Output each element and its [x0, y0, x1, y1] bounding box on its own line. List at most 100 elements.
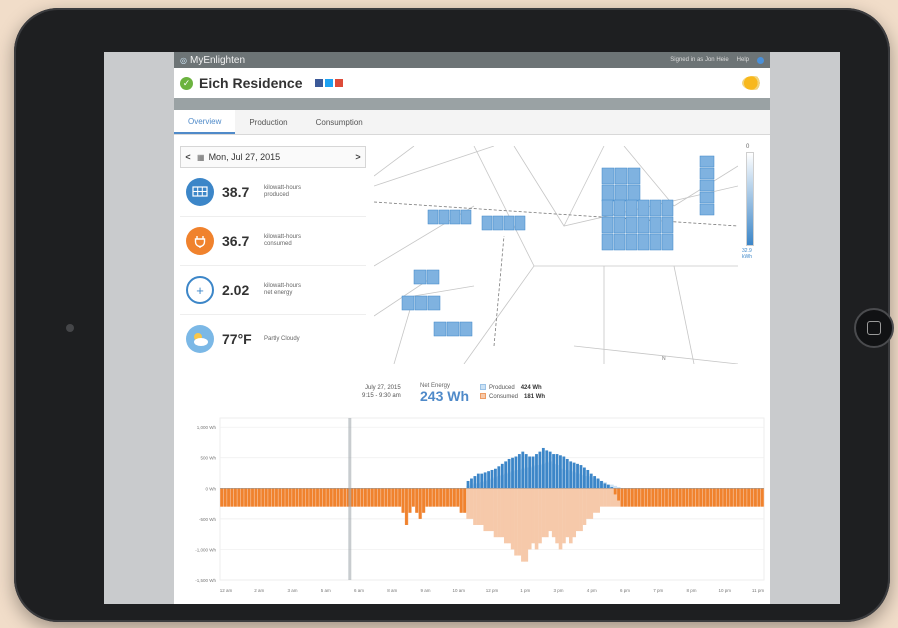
net-bar	[647, 488, 651, 507]
consumed-bar	[469, 488, 474, 519]
home-square-icon	[867, 321, 881, 335]
solar-panel-tile	[460, 209, 472, 225]
net-bar	[521, 451, 525, 489]
net-bar	[671, 488, 675, 507]
next-day-button[interactable]: >	[351, 152, 365, 162]
net-bar	[384, 488, 388, 507]
calendar-icon[interactable]: ▦	[197, 153, 205, 162]
net-bar	[661, 488, 665, 507]
net-bar	[630, 488, 634, 507]
solar-panel-tile	[514, 215, 526, 231]
solar-panel-tile	[459, 321, 473, 337]
solar-panel-tile	[601, 216, 614, 234]
solar-panel-tile	[614, 167, 628, 185]
net-bar	[292, 488, 295, 507]
consumed-bar	[603, 488, 607, 507]
net-bar	[473, 476, 477, 489]
solar-panel-tile	[637, 216, 650, 234]
help-icon[interactable]	[757, 56, 764, 64]
net-bar	[220, 488, 224, 507]
consumed-bar	[548, 488, 553, 532]
produced-label: kilowatt-hours produced	[264, 185, 301, 199]
consumed-bar	[534, 488, 539, 550]
interval-date-block: July 27, 2015 9:15 - 9:30 am	[362, 384, 401, 400]
facebook-icon[interactable]	[314, 79, 323, 87]
net-bar	[719, 488, 723, 507]
net-bar	[559, 455, 562, 489]
solar-panel-tile	[492, 215, 504, 231]
solar-panel-tile	[601, 233, 614, 251]
net-bar	[288, 488, 292, 507]
net-bar	[511, 457, 514, 489]
consumed-bar	[555, 488, 559, 544]
net-bar	[449, 488, 453, 507]
y-tick-label: 0 Wh	[205, 486, 216, 491]
net-bar	[593, 476, 597, 489]
energy-chart[interactable]: 1,000 Wh 500 Wh 0 Wh -500 Wh -1,000 Wh -1,500…	[174, 412, 770, 604]
property-lines	[374, 146, 738, 364]
prev-day-button[interactable]: <	[181, 152, 195, 162]
solar-panel-tile	[613, 199, 626, 217]
net-bar	[408, 488, 412, 513]
net-bar	[405, 488, 408, 525]
current-date[interactable]: Mon, Jul 27, 2015	[209, 152, 351, 162]
home-button[interactable]	[854, 308, 894, 348]
net-bar	[237, 488, 241, 507]
y-tick-label: 500 Wh	[200, 456, 216, 461]
interval-time: 9:15 - 9:30 am	[362, 393, 401, 399]
solar-panel-tile	[438, 209, 450, 225]
stat-net: + 2.02 kilowatt-hours net energy	[180, 266, 366, 315]
twitter-icon[interactable]	[324, 79, 333, 87]
net-bar	[343, 488, 347, 507]
net-bar	[538, 451, 542, 489]
tab-consumption[interactable]: Consumption	[302, 110, 377, 134]
consumed-bar	[524, 488, 529, 562]
array-map[interactable]: N	[374, 146, 738, 364]
net-bar	[415, 488, 419, 513]
net-bar	[398, 488, 402, 507]
tab-production[interactable]: Production	[235, 110, 301, 134]
net-bar	[240, 488, 244, 507]
net-bar	[370, 488, 374, 507]
net-bar	[271, 488, 275, 507]
net-bar	[600, 480, 603, 489]
signed-in-text[interactable]: Signed in as Jon Heie	[670, 57, 728, 63]
y-tick-label: 1,000 Wh	[197, 425, 217, 430]
net-bar	[524, 454, 528, 489]
net-bar	[480, 473, 484, 489]
net-bar	[490, 469, 494, 489]
tablet-frame: ◎ MyEnlighten Signed in as Jon Heie Help…	[14, 8, 894, 622]
partly-cloudy-icon	[186, 325, 214, 353]
tab-overview[interactable]: Overview	[174, 110, 236, 134]
consumed-bar	[527, 488, 532, 550]
consumed-bar	[586, 488, 590, 519]
consumed-bar	[497, 488, 501, 538]
net-bar	[754, 488, 757, 507]
net-bar	[247, 488, 251, 507]
consumed-bar	[589, 488, 594, 519]
produced-caption: produced	[264, 192, 290, 198]
net-bar	[456, 488, 460, 507]
net-bar	[268, 488, 272, 507]
solar-panel-tile	[649, 216, 662, 234]
consumed-bar	[473, 488, 477, 525]
solar-panel-tile	[433, 321, 447, 337]
consumed-label: kilowatt-hours consumed	[264, 234, 301, 248]
legend-consumed-label: Consumed	[489, 394, 519, 400]
net-bar	[620, 488, 624, 507]
net-bar	[606, 484, 610, 489]
net-bar	[709, 488, 713, 507]
produced-bar	[613, 485, 618, 489]
net-bar	[658, 488, 662, 507]
brand[interactable]: ◎ MyEnlighten	[180, 55, 245, 66]
help-link[interactable]: Help	[737, 57, 749, 63]
net-bar	[689, 488, 692, 507]
net-bar	[257, 488, 261, 507]
solar-panel-tile	[637, 233, 650, 251]
net-bar	[617, 488, 621, 501]
net-bar	[439, 488, 443, 507]
consumed-bar	[568, 488, 573, 544]
consumed-bar	[558, 488, 563, 550]
solar-panel-tile	[699, 167, 715, 180]
google-plus-icon[interactable]	[334, 79, 343, 87]
